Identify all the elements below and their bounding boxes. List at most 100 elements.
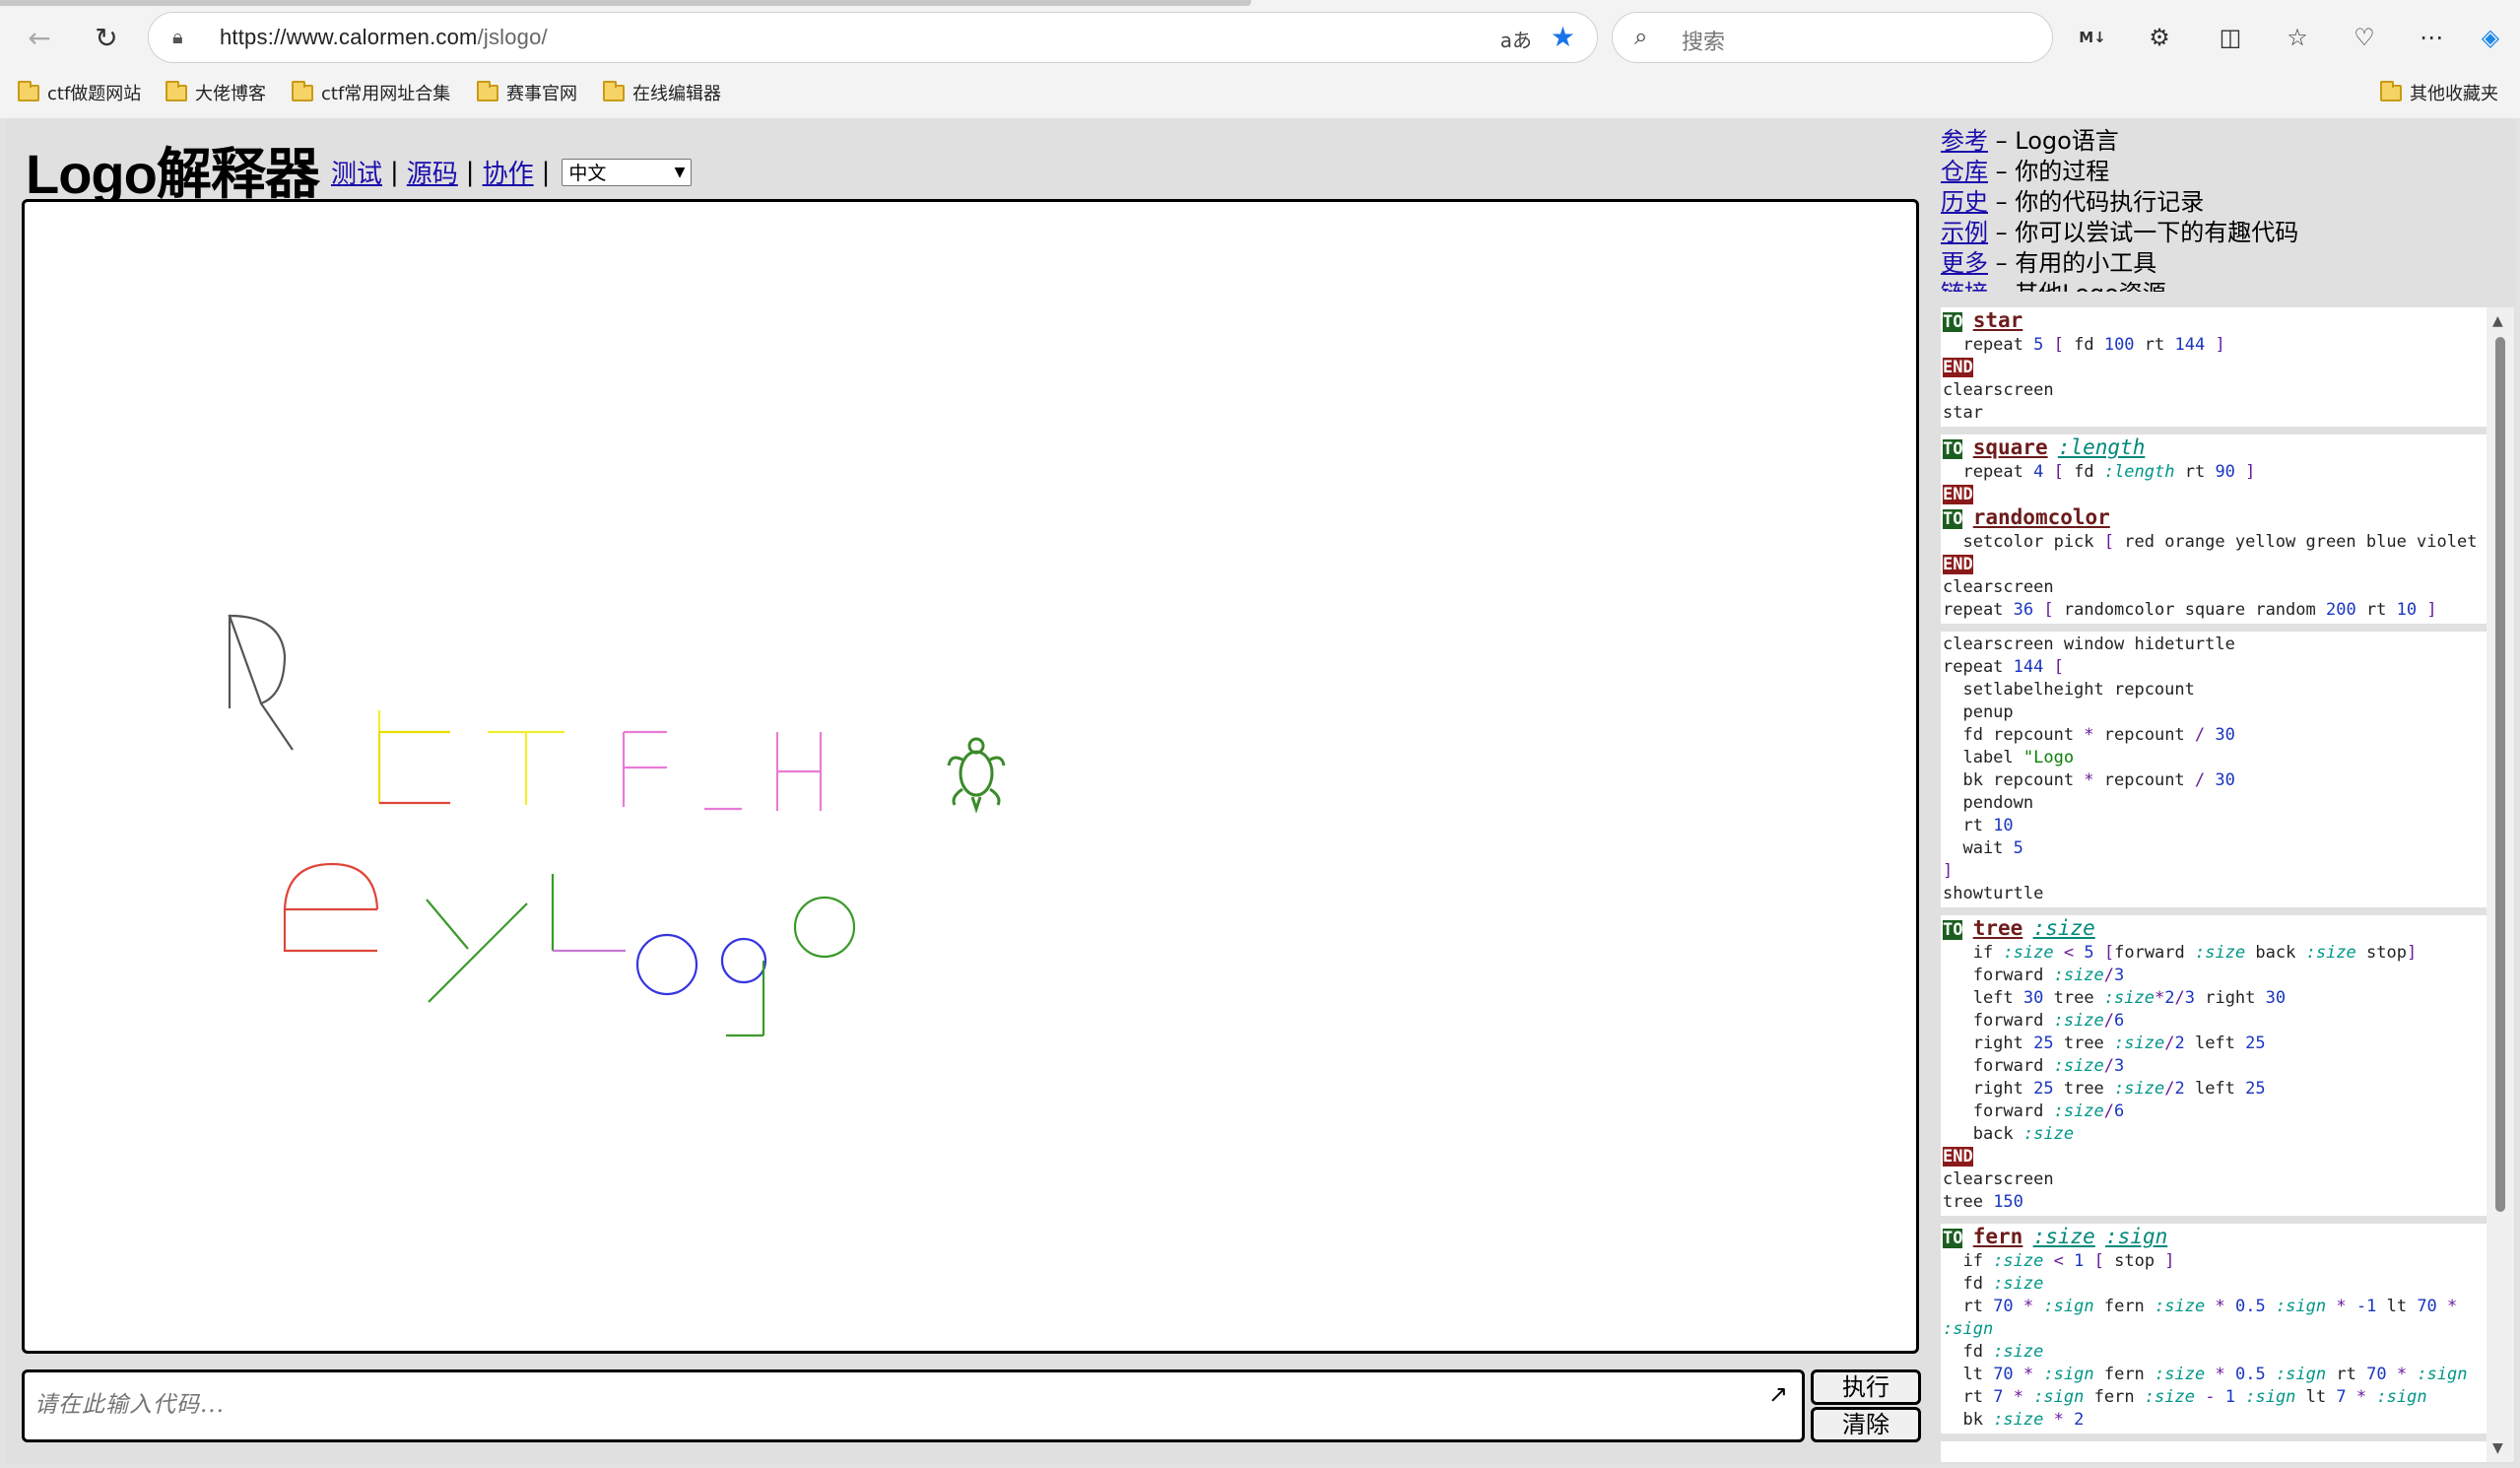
folder-icon	[2380, 80, 2402, 101]
examples-scrollbar[interactable]: ▲ ▼	[2487, 307, 2514, 1462]
separator: |	[541, 157, 551, 187]
turtle-icon	[947, 737, 1006, 814]
folder-icon	[477, 80, 498, 101]
ref-link-extras[interactable]: 更多	[1941, 249, 1988, 277]
search-icon: ⌕	[1634, 23, 1648, 50]
example-labels[interactable]: clearscreen window hideturtle repeat 144…	[1941, 632, 2487, 915]
ref-desc: – 你的过程	[1988, 158, 2110, 185]
page-title: Logo解释器	[26, 143, 320, 205]
drawing-surface	[228, 614, 1006, 1037]
glyph-c	[377, 710, 450, 803]
folder-icon	[603, 80, 625, 101]
glyph-y	[426, 899, 528, 1003]
bookmark-folder[interactable]: ctf做题网站	[18, 79, 141, 106]
link-collaborate[interactable]: 协作	[483, 154, 534, 190]
lock-icon[interactable]: 🔒︎	[172, 25, 183, 48]
copilot-icon[interactable]: ◈	[2467, 14, 2514, 61]
url-host: https://www.calormen.com	[220, 25, 478, 49]
ref-desc: – 有用的小工具	[1988, 249, 2157, 277]
example-tree[interactable]: TO tree :size if :size < 5 [forward :siz…	[1941, 915, 2487, 1224]
page-content: Logo解释器 测试 | 源码 | 协作 | 中文 ▼ 请在此输入代码... ↗…	[6, 118, 2516, 1464]
bookmark-label: 大佬博客	[195, 84, 266, 104]
ref-row: 参考 – Logo语言	[1941, 126, 2512, 157]
refresh-icon[interactable]: ↻	[83, 14, 130, 61]
clear-button[interactable]: 清除	[1811, 1407, 1921, 1442]
ref-row: 历史 – 你的代码执行记录	[1941, 187, 2512, 218]
search-box[interactable]: ⌕ 搜索	[1612, 12, 2053, 63]
bookmark-label: ctf做题网站	[47, 84, 142, 104]
examples-panel: TO star repeat 5 [ fd 100 rt 144 ] END c…	[1941, 307, 2487, 1462]
ref-link-history[interactable]: 历史	[1941, 188, 1988, 216]
back-icon[interactable]: ←	[16, 14, 63, 61]
ref-row: 链接 – 其他Logo资源	[1941, 279, 2512, 292]
language-value: 中文	[568, 163, 607, 184]
scroll-up-icon[interactable]: ▲	[2492, 313, 2503, 329]
ref-row: 更多 – 有用的小工具	[1941, 248, 2512, 279]
turtle-canvas[interactable]	[22, 199, 1919, 1354]
glyph-o-1	[635, 933, 698, 996]
favorite-star-icon[interactable]: ★	[1551, 21, 1575, 53]
scroll-thumb[interactable]	[2495, 337, 2505, 1212]
url-path: /jslogo/	[477, 25, 548, 49]
folder-icon	[166, 80, 187, 101]
glyph-h	[775, 732, 823, 811]
run-button[interactable]: 执行	[1811, 1369, 1921, 1405]
address-bar[interactable]: 🔒︎ https://www.calormen.com/jslogo/ aあ ★	[148, 12, 1598, 63]
ref-row: 示例 – 你可以尝试一下的有趣代码	[1941, 218, 2512, 248]
markdown-icon[interactable]: M↓	[2069, 14, 2116, 61]
other-bookmarks-folder[interactable]: 其他收藏夹	[2380, 79, 2498, 106]
glyph-o-2	[793, 896, 856, 959]
scroll-down-icon[interactable]: ▼	[2492, 1440, 2503, 1456]
bookmark-label: 在线编辑器	[632, 84, 721, 104]
glyph-e	[283, 862, 379, 953]
separator: |	[390, 157, 399, 187]
active-tab-indicator	[0, 0, 1251, 6]
language-select[interactable]: 中文 ▼	[562, 158, 693, 186]
glyph-t	[488, 730, 564, 805]
example-star[interactable]: TO star repeat 5 [ fd 100 rt 144 ] END c…	[1941, 307, 2487, 434]
favorites-icon[interactable]: ☆	[2274, 14, 2321, 61]
code-input-box[interactable]: ↗	[22, 1369, 1805, 1442]
glyph-l	[551, 874, 626, 953]
bookmark-folder[interactable]: 赛事官网	[477, 79, 577, 106]
bookmark-folder[interactable]: 在线编辑器	[603, 79, 721, 106]
folder-icon	[292, 80, 313, 101]
bookmark-label: 其他收藏夹	[2410, 84, 2498, 104]
ref-desc: – 其他Logo资源	[1988, 280, 2166, 292]
header-links: 测试 | 源码 | 协作 | 中文 ▼	[331, 154, 693, 190]
read-aloud-icon[interactable]: aあ	[1500, 25, 1532, 53]
ref-desc: – Logo语言	[1988, 127, 2119, 155]
glyph-r	[228, 614, 294, 751]
glyph-f	[622, 730, 667, 807]
example-squares[interactable]: TO square :length repeat 4 [ fd :length …	[1941, 434, 2487, 632]
reference-links: 参考 – Logo语言 仓库 – 你的过程 历史 – 你的代码执行记录 示例 –…	[1941, 126, 2512, 292]
browser-chrome: ← ↻ 🔒︎ https://www.calormen.com/jslogo/ …	[0, 0, 2520, 118]
split-screen-icon[interactable]: ◫	[2207, 14, 2254, 61]
bookmark-label: 赛事官网	[506, 84, 577, 104]
example-fern[interactable]: TO fern :size :sign if :size < 1 [ stop …	[1941, 1224, 2487, 1441]
separator: |	[465, 157, 475, 187]
bookmarks-bar: ctf做题网站 大佬博客 ctf常用网址合集 赛事官网 在线编辑器 其他收藏夹	[0, 71, 2520, 114]
ref-row: 仓库 – 你的过程	[1941, 157, 2512, 187]
extensions-icon[interactable]: ⚙	[2136, 14, 2183, 61]
glyph-g	[720, 937, 767, 1037]
folder-icon	[18, 80, 39, 101]
ref-link-reference[interactable]: 参考	[1941, 127, 1988, 155]
code-input[interactable]	[34, 1392, 1729, 1418]
ref-link-links[interactable]: 链接	[1941, 280, 1988, 292]
link-test[interactable]: 测试	[331, 154, 382, 190]
bookmark-folder[interactable]: ctf常用网址合集	[292, 79, 450, 106]
bookmark-label: ctf常用网址合集	[321, 84, 451, 104]
more-menu-icon[interactable]: ⋯	[2408, 14, 2455, 61]
search-placeholder: 搜索	[1682, 31, 1726, 55]
ref-desc: – 你可以尝试一下的有趣代码	[1988, 219, 2299, 246]
chevron-down-icon: ▼	[674, 164, 686, 180]
browser-essentials-icon[interactable]: ♡	[2341, 14, 2388, 61]
expand-icon[interactable]: ↗	[1768, 1380, 1788, 1408]
ref-desc: – 你的代码执行记录	[1988, 188, 2205, 216]
ref-link-examples[interactable]: 示例	[1941, 219, 1988, 246]
url-text[interactable]: https://www.calormen.com/jslogo/	[220, 25, 548, 50]
bookmark-folder[interactable]: 大佬博客	[166, 79, 266, 106]
ref-link-library[interactable]: 仓库	[1941, 158, 1988, 185]
link-source[interactable]: 源码	[407, 154, 458, 190]
